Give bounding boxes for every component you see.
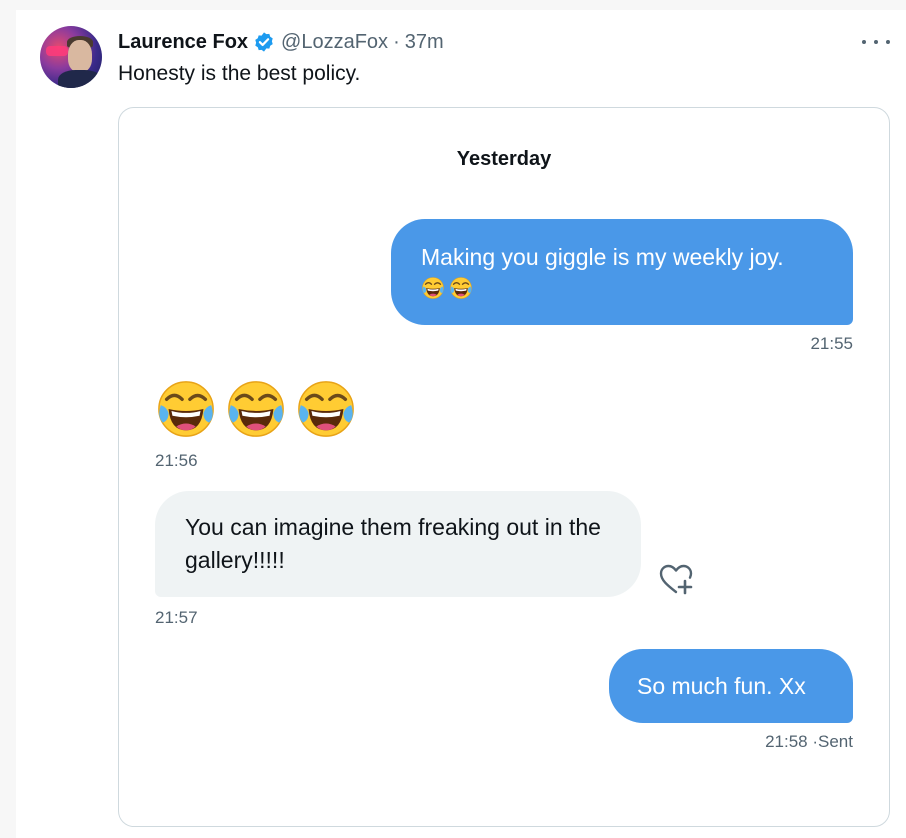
add-reaction-heart-icon[interactable] <box>657 562 695 596</box>
sent-message-bubble: So much fun. Xx <box>609 649 853 723</box>
avatar-shirt <box>58 70 102 88</box>
more-dot <box>862 40 866 44</box>
message-timestamp: 21:57 <box>155 608 198 627</box>
tweet-text: Honesty is the best policy. <box>118 62 361 85</box>
sent-message-bubble: Making you giggle is my weekly joy. <box>391 219 853 325</box>
avatar-face <box>68 40 92 72</box>
post-time[interactable]: 37m <box>405 31 444 54</box>
verified-badge-icon <box>255 32 273 52</box>
date-header: Yesterday <box>456 148 552 170</box>
message-text: You can imagine them freaking out in the… <box>185 514 601 573</box>
author-avatar[interactable] <box>40 26 102 88</box>
received-emoji-message <box>155 378 357 442</box>
tweet[interactable]: Laurence Fox @LozzaFox · 37m Honesty is … <box>16 10 906 838</box>
message-text: Making you giggle is my weekly joy. <box>421 244 784 270</box>
author-name[interactable]: Laurence Fox <box>118 31 248 54</box>
message-timestamp: 21:56 <box>155 451 198 470</box>
more-dot <box>874 40 878 44</box>
face-with-tears-of-joy-emoji <box>225 378 287 440</box>
message-timestamp: 21:58 <box>765 732 808 751</box>
message-timestamp: 21:55 <box>810 334 853 353</box>
face-with-tears-of-joy-emoji <box>449 276 473 300</box>
face-with-tears-of-joy-emoji <box>295 378 357 440</box>
header-separator: · <box>393 30 400 53</box>
author-handle[interactable]: @LozzaFox <box>281 31 388 54</box>
face-with-tears-of-joy-emoji <box>155 378 217 440</box>
attached-screenshot[interactable]: Yesterday Making you giggle is my weekly… <box>118 107 890 827</box>
received-message-bubble: You can imagine them freaking out in the… <box>155 491 641 597</box>
message-sent-status: Sent <box>818 732 853 751</box>
message-text: So much fun. Xx <box>637 673 806 699</box>
tweet-header: Laurence Fox @LozzaFox · 37m <box>118 28 444 56</box>
avatar-neon-sign <box>46 46 68 56</box>
face-with-tears-of-joy-emoji <box>421 276 445 300</box>
more-dot <box>886 40 890 44</box>
more-options-icon[interactable] <box>862 34 890 50</box>
message-status: 21:58 ·Sent <box>765 732 853 752</box>
